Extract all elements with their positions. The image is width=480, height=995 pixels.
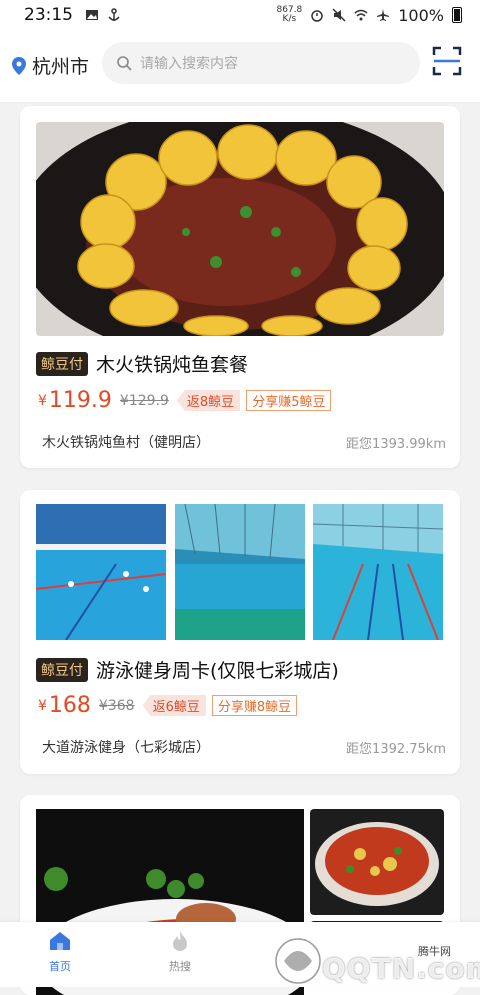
payment-badge: 鲸豆付 bbox=[36, 657, 88, 682]
distance: 距您1393.99km bbox=[346, 437, 446, 452]
distance: 距您1392.75km bbox=[346, 742, 446, 757]
share-reward-tag: 分享赚8鲸豆 bbox=[211, 695, 298, 716]
original-price: ¥368 bbox=[98, 697, 135, 714]
rebate-tag: 返6鲸豆 bbox=[142, 695, 206, 716]
pool-image bbox=[175, 504, 305, 640]
anchor-icon bbox=[108, 8, 120, 21]
scan-icon[interactable] bbox=[432, 46, 462, 76]
home-icon bbox=[50, 932, 70, 950]
search-placeholder: 请输入搜索内容 bbox=[140, 56, 238, 72]
currency-symbol: ¥ bbox=[38, 697, 47, 714]
share-reward-tag: 分享赚5鲸豆 bbox=[246, 390, 332, 411]
card-title-row: 鲸豆付 游泳健身周卡(仅限七彩城店) bbox=[36, 656, 339, 683]
tab-home-label: 首页 bbox=[49, 960, 71, 973]
dish-image bbox=[310, 809, 444, 915]
airplane-icon bbox=[377, 9, 390, 21]
rebate-tag: 返8鲸豆 bbox=[176, 390, 241, 411]
net-speed: 867.8 K/s bbox=[276, 5, 303, 24]
location-pin-icon bbox=[12, 56, 26, 75]
shop-name: 木火铁锅炖鱼村（健明店） bbox=[42, 435, 210, 451]
flame-icon bbox=[173, 931, 187, 951]
tab-hot-search[interactable]: 热搜 bbox=[150, 930, 210, 974]
deal-price: 168 bbox=[48, 693, 91, 718]
deal-title: 木火铁锅炖鱼套餐 bbox=[96, 354, 249, 376]
wifi-icon bbox=[354, 9, 368, 21]
status-left-icons bbox=[85, 8, 121, 22]
tab-home[interactable]: 首页 bbox=[30, 930, 90, 974]
battery-icon bbox=[452, 7, 462, 23]
city-name: 杭州市 bbox=[32, 56, 90, 78]
pool-image bbox=[36, 504, 166, 640]
deal-card[interactable]: 鲸豆付 木火铁锅炖鱼套餐 ¥ 119.9 ¥129.9 返8鲸豆 分享赚5鲸豆 … bbox=[20, 106, 460, 468]
deal-title: 游泳健身周卡(仅限七彩城店) bbox=[96, 660, 339, 682]
currency-symbol: ¥ bbox=[38, 392, 47, 409]
payment-badge: 鲸豆付 bbox=[36, 351, 88, 376]
card-title-row: 鲸豆付 木火铁锅炖鱼套餐 bbox=[36, 350, 248, 377]
battery-percent: 100% bbox=[398, 5, 444, 25]
price-row: ¥ 168 ¥368 返6鲸豆 分享赚8鲸豆 bbox=[38, 693, 298, 718]
city-selector[interactable]: 杭州市 bbox=[12, 52, 89, 79]
deal-card[interactable]: 鲸豆付 游泳健身周卡(仅限七彩城店) ¥ 168 ¥368 返6鲸豆 分享赚8鲸… bbox=[20, 490, 460, 774]
header: 杭州市 请输入搜索内容 bbox=[0, 30, 480, 102]
gallery-icon bbox=[86, 10, 98, 20]
fish-stew-image bbox=[36, 122, 444, 336]
tab-hot-search-label: 热搜 bbox=[169, 960, 191, 973]
original-price: ¥129.9 bbox=[119, 392, 169, 409]
pool-image bbox=[313, 504, 443, 640]
search-icon bbox=[117, 56, 132, 71]
watermark-text: QQTN.com bbox=[322, 952, 480, 985]
mute-icon bbox=[332, 8, 346, 22]
status-right-icons: 867.8 K/s 100% bbox=[276, 0, 462, 30]
shop-name: 大道游泳健身（七彩城店） bbox=[42, 740, 210, 756]
deal-price: 119.9 bbox=[48, 388, 112, 413]
status-bar: 23:15 867.8 K/s 100% bbox=[0, 0, 480, 30]
status-time: 23:15 bbox=[24, 5, 73, 25]
alarm-icon bbox=[311, 10, 323, 22]
price-row: ¥ 119.9 ¥129.9 返8鲸豆 分享赚5鲸豆 bbox=[38, 388, 332, 413]
search-input[interactable]: 请输入搜索内容 bbox=[102, 42, 420, 84]
